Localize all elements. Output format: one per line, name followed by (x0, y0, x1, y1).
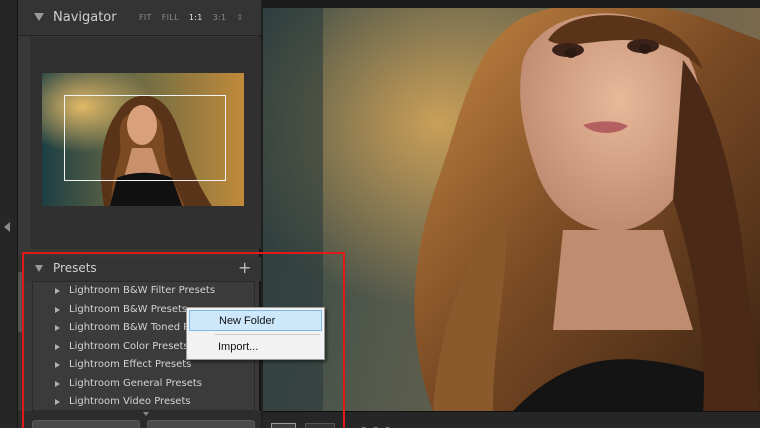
paste-button[interactable] (147, 420, 255, 428)
expand-arrow-icon[interactable] (55, 343, 60, 350)
expand-arrow-icon[interactable] (55, 306, 60, 313)
navigator-view-rectangle[interactable] (64, 95, 226, 181)
presets-title: Presets (53, 261, 97, 275)
compare-view-icon[interactable] (305, 423, 335, 428)
menu-item-new-folder[interactable]: New Folder (189, 310, 322, 331)
copy-button[interactable] (32, 420, 140, 428)
zoom-fill[interactable]: FILL (162, 13, 179, 22)
canvas-top-edge (263, 0, 760, 8)
navigator-zoom-options: FIT FILL 1:1 3:1 ⇕ (139, 13, 243, 22)
preset-folder-label: Lightroom Video Presets (69, 396, 191, 407)
menu-item-import[interactable]: Import... (189, 337, 322, 358)
photo-canvas[interactable] (263, 0, 760, 411)
left-panel: Navigator FIT FILL 1:1 3:1 ⇕ Presets + L… (18, 0, 261, 428)
collapse-left-arrow-icon[interactable] (4, 222, 10, 232)
expand-arrow-icon[interactable] (55, 362, 60, 368)
preset-folder-label: Lightroom B&W Toned P (69, 322, 190, 333)
zoom-fit[interactable]: FIT (139, 13, 152, 22)
zoom-3-1[interactable]: 3:1 (213, 13, 227, 22)
preset-folder-label: Lightroom Color Presets (69, 340, 189, 352)
panel-end-marker-icon (143, 412, 149, 416)
presets-collapse-icon[interactable] (35, 265, 43, 272)
expand-arrow-icon[interactable] (55, 325, 60, 331)
presets-header[interactable]: Presets + (18, 257, 261, 281)
zoom-1-1[interactable]: 1:1 (189, 13, 203, 22)
navigator-title: Navigator (53, 10, 117, 25)
expand-arrow-icon[interactable] (55, 380, 60, 387)
navigator-thumbnail[interactable] (42, 73, 244, 206)
menu-item-label: Import... (218, 341, 259, 353)
navigator-preview[interactable] (30, 37, 261, 249)
preset-folder-row[interactable]: Lightroom General Presets (33, 376, 254, 394)
context-menu: New Folder Import... (186, 307, 325, 360)
expand-arrow-icon[interactable] (55, 399, 60, 405)
panel-scrollbar[interactable] (18, 272, 24, 332)
preset-folder-row[interactable]: Lightroom Video Presets (33, 394, 254, 412)
preset-folder-row[interactable]: Lightroom B&W Filter Presets (33, 283, 254, 301)
expand-arrow-icon[interactable] (55, 288, 60, 294)
plus-icon[interactable]: + (238, 258, 251, 277)
menu-item-label: New Folder (219, 315, 276, 327)
menu-separator (215, 334, 320, 335)
panel-bottom-bar (18, 411, 261, 428)
preset-folder-label: Lightroom Effect Presets (69, 359, 192, 370)
preset-folder-label: Lightroom General Presets (69, 377, 202, 389)
preset-folder-label: Lightroom B&W Filter Presets (69, 285, 216, 296)
navigator-header[interactable]: Navigator FIT FILL 1:1 3:1 ⇕ (18, 0, 261, 36)
zoom-spinner-icon[interactable]: ⇕ (236, 13, 243, 22)
bottom-toolbar: ▪ ▪ ▪ (263, 411, 760, 428)
preset-folder-label: Lightroom B&W Presets (69, 303, 188, 315)
left-panel-toggle[interactable] (0, 0, 18, 428)
navigator-collapse-icon[interactable] (34, 13, 44, 21)
loupe-view-icon[interactable] (271, 423, 296, 428)
toolbar-more-icon[interactable]: ▪ ▪ ▪ (361, 424, 392, 428)
